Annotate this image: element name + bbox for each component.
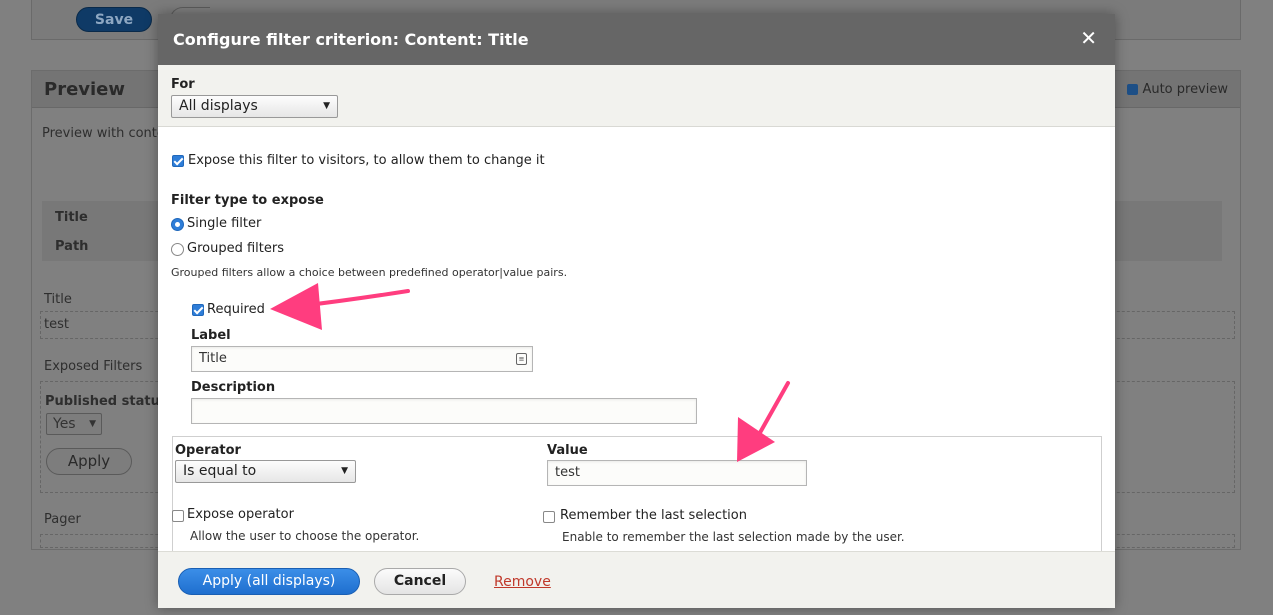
apply-all-displays-button[interactable]: Apply (all displays) — [178, 568, 360, 595]
value-heading: Value — [547, 443, 588, 458]
grouped-filters-label: Grouped filters — [187, 241, 284, 256]
chevron-down-icon: ▼ — [89, 419, 96, 429]
published-status-select[interactable]: Yes ▼ — [46, 413, 102, 435]
for-section: For All displays ▼ — [158, 65, 1115, 127]
expose-operator-help: Allow the user to choose the operator. — [190, 529, 420, 543]
required-label: Required — [207, 302, 265, 317]
label-input-value: Title — [199, 351, 227, 366]
single-filter-label: Single filter — [187, 216, 262, 231]
preview-title: Preview — [44, 79, 126, 100]
expose-filter-checkbox[interactable] — [172, 155, 184, 167]
for-label: For — [171, 77, 195, 92]
dialog-footer: Apply (all displays) Cancel Remove — [158, 551, 1115, 608]
grouped-filters-help: Grouped filters allow a choice between p… — [171, 266, 568, 279]
exposed-filters-label: Exposed Filters — [44, 359, 143, 374]
auto-preview-label: Auto preview — [1142, 82, 1228, 97]
dialog-title-bar: Configure filter criterion: Content: Tit… — [158, 14, 1115, 65]
label-heading: Label — [191, 328, 231, 343]
expose-operator-checkbox[interactable] — [172, 510, 184, 522]
save-button[interactable]: Save — [76, 7, 152, 32]
published-status-value: Yes — [53, 416, 76, 432]
value-input-value: test — [555, 465, 580, 480]
remember-selection-label: Remember the last selection — [560, 508, 747, 523]
for-select-value: All displays — [179, 98, 258, 114]
cancel-button[interactable]: Cancel — [374, 568, 466, 595]
required-checkbox[interactable] — [192, 304, 204, 316]
expose-filter-label: Expose this filter to visitors, to allow… — [188, 153, 545, 168]
preview-row-path: Path — [55, 239, 89, 254]
expose-operator-label: Expose operator — [187, 507, 294, 522]
auto-preview-checkbox[interactable] — [1127, 84, 1139, 95]
remember-selection-checkbox[interactable] — [543, 511, 555, 523]
preview-row-title: Title — [55, 210, 88, 225]
description-heading: Description — [191, 380, 276, 395]
pager-label: Pager — [44, 512, 81, 527]
filter-config-dialog: Configure filter criterion: Content: Tit… — [158, 14, 1115, 608]
operator-select-value: Is equal to — [183, 463, 257, 479]
remember-selection-help: Enable to remember the last selection ma… — [562, 530, 905, 544]
operator-heading: Operator — [175, 443, 241, 458]
published-status-label: Published status — [45, 394, 168, 409]
for-select[interactable]: All displays ▼ — [171, 95, 338, 118]
label-input[interactable]: Title ≡ — [191, 346, 533, 372]
single-filter-radio[interactable] — [171, 218, 184, 231]
preview-with-text: Preview with conte — [42, 126, 165, 141]
description-input[interactable] — [191, 398, 697, 424]
remove-link[interactable]: Remove — [494, 574, 551, 590]
apply-button[interactable]: Apply — [46, 448, 132, 475]
result-title-label: Title — [44, 292, 72, 307]
operator-select[interactable]: Is equal to ▼ — [175, 460, 356, 483]
value-input[interactable]: test — [547, 460, 807, 486]
chevron-down-icon: ▼ — [341, 466, 348, 476]
dialog-title: Configure filter criterion: Content: Tit… — [173, 30, 529, 49]
chevron-down-icon: ▼ — [323, 101, 330, 111]
grouped-filters-radio[interactable] — [171, 243, 184, 256]
close-icon[interactable]: ✕ — [1080, 26, 1097, 50]
filter-type-heading: Filter type to expose — [171, 193, 324, 208]
contact-card-icon: ≡ — [516, 353, 527, 365]
auto-preview-toggle[interactable]: Auto preview — [1127, 82, 1228, 97]
